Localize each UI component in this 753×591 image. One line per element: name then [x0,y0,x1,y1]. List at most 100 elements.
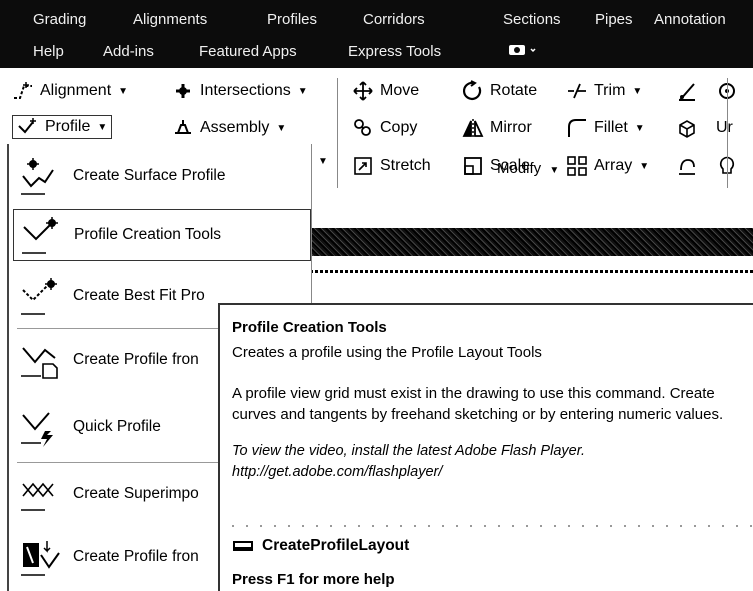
offset-icon [676,155,698,177]
chevron-down-icon[interactable]: ▼ [318,156,328,167]
panel-divider [337,78,338,188]
assembly-label: Assembly [200,119,270,136]
tooltip-command-name: CreateProfileLayout [262,537,410,554]
tab-corridors[interactable]: Corridors [363,11,425,28]
alignment-label: Alignment [40,82,112,99]
copy-button[interactable]: Copy [352,115,417,141]
tooltip-video-note: To view the video, install the latest Ad… [232,441,753,483]
fillet-label: Fillet [594,119,628,136]
tab-grading[interactable]: Grading [33,11,86,28]
fillet-icon [566,117,588,139]
scale-icon [462,155,484,177]
top-menu-bar: Grading Alignments Profiles Corridors Se… [0,0,753,68]
offset-button[interactable] [676,153,704,179]
tab-help[interactable]: Help [33,43,64,60]
alignment-icon [12,80,34,102]
best-fit-profile-icon [17,276,65,316]
stretch-icon [352,155,374,177]
move-label: Move [380,82,420,99]
fillet-button[interactable]: Fillet ▼ [566,115,645,141]
tab-profiles[interactable]: Profiles [267,11,317,28]
chevron-down-icon: ▼ [639,160,650,172]
tab-featured-apps[interactable]: Featured Apps [199,43,297,60]
menu-item-label: Create Surface Profile [73,167,226,184]
trim-button[interactable]: Trim ▼ [566,78,642,104]
ur-partial-button[interactable]: Ur [716,115,733,141]
drawing-area[interactable] [310,256,753,300]
tooltip-profile-creation-tools: Profile Creation Tools Creates a profile… [218,303,753,591]
surface-profile-icon [17,156,65,196]
box-icon [676,117,698,139]
tooltip-description: A profile view grid must exist in the dr… [232,385,724,423]
brush-button[interactable] [676,78,704,104]
chevron-down-icon: ▼ [97,121,108,133]
tab-add-ins[interactable]: Add-ins [103,43,154,60]
array-button[interactable]: Array ▼ [566,153,649,179]
lightbulb-partial-button[interactable] [716,153,744,179]
array-icon [566,155,588,177]
menu-item-create-surface-profile[interactable]: Create Surface Profile [13,148,311,204]
mirror-button[interactable]: Mirror [462,115,532,141]
settings-partial-button[interactable] [716,78,744,104]
3d-box-button[interactable] [676,115,704,141]
mirror-icon [462,117,484,139]
superimposed-profile-icon [17,474,65,514]
camera-icon [509,45,536,55]
menu-item-label: Create Profile fron [73,548,199,565]
profile-label: Profile [45,118,91,135]
tooltip-subtitle: Creates a profile using the Profile Layo… [232,344,542,361]
chevron-down-icon: ▼ [634,122,645,134]
tab-sections[interactable]: Sections [503,11,561,28]
menu-item-label: Create Best Fit Pro [73,287,205,304]
tooltip-video-link[interactable]: http://get.adobe.com/flashplayer/ [232,462,753,483]
tooltip-help-hint: Press F1 for more help [232,571,395,588]
chevron-down-icon: ▼ [549,165,560,176]
move-icon [352,80,374,102]
workspace-switch-button[interactable] [507,42,537,61]
tooltip-title: Profile Creation Tools [232,319,387,336]
modify-panel-label: Modify [497,160,542,177]
ur-partial-label: Ur [716,119,733,136]
modify-panel-title[interactable]: Modify ▼ [497,160,559,177]
chevron-down-icon: ▼ [297,85,308,97]
profile-creation-tools-icon [18,215,66,255]
intersections-label: Intersections [200,82,291,99]
chevron-down-icon: ▼ [118,85,129,97]
menu-item-label: Create Profile fron [73,351,199,368]
profile-grid-line [310,270,753,273]
trim-icon [566,80,588,102]
rotate-label: Rotate [490,82,538,99]
intersections-icon [172,80,194,102]
menu-row-1: Grading Alignments Profiles Corridors Se… [0,4,753,34]
menu-item-label: Create Superimpo [73,485,199,502]
tab-annotation[interactable]: Annotation [654,11,726,28]
chevron-down-icon: ▼ [276,122,287,134]
copy-label: Copy [380,119,418,136]
menu-item-label: Profile Creation Tools [74,226,222,243]
tab-pipes[interactable]: Pipes [595,11,633,28]
menu-item-label: Quick Profile [73,418,161,435]
alignment-button[interactable]: Alignment ▼ [12,78,128,104]
menu-item-profile-creation-tools[interactable]: Profile Creation Tools [13,209,311,261]
chevron-down-icon: ▼ [632,85,643,97]
panel-divider [727,78,728,188]
menu-row-2: Help Add-ins Featured Apps Express Tools [0,36,753,66]
stretch-label: Stretch [380,157,431,174]
assembly-button[interactable]: Assembly ▼ [172,115,286,141]
rotate-button[interactable]: Rotate [462,78,537,104]
profile-from-corridor-icon [17,537,65,577]
profile-button[interactable]: Profile ▼ [12,115,113,139]
tooltip-video-line: To view the video, install the latest Ad… [232,443,586,459]
tab-express-tools[interactable]: Express Tools [348,43,441,60]
tab-alignments[interactable]: Alignments [133,11,207,28]
profile-icon [17,116,39,138]
brush-icon [676,80,698,102]
intersections-button[interactable]: Intersections ▼ [172,78,308,104]
drawing-area-strip [310,228,753,256]
stretch-button[interactable]: Stretch [352,153,431,179]
profile-from-file-icon [17,340,65,380]
quick-profile-icon [17,407,65,447]
rotate-icon [462,80,484,102]
move-button[interactable]: Move [352,78,419,104]
copy-icon [352,117,374,139]
